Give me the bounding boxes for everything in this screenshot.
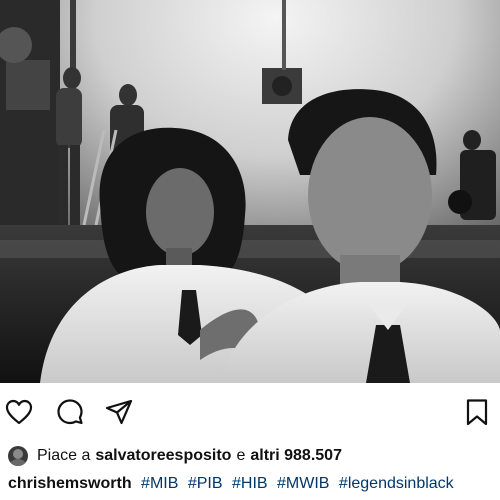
comment-icon[interactable] — [55, 397, 85, 427]
hashtag-link[interactable]: #PIB — [188, 475, 223, 492]
likes-summary: Piace a salvatoreesposito e altri 988.50… — [8, 445, 342, 467]
post-photo[interactable] — [0, 0, 500, 383]
likes-others-count[interactable]: altri 988.507 — [250, 447, 342, 465]
hashtag-link[interactable]: #HIB — [232, 475, 268, 492]
hashtag-link[interactable]: #MWIB — [277, 475, 329, 492]
post-action-bar — [0, 383, 500, 443]
post-caption: chrishemsworth #MIB #PIB #HIB #MWIB #leg… — [8, 475, 454, 493]
hashtag-link[interactable]: #MIB — [141, 475, 178, 492]
likes-prefix: Piace a — [37, 447, 91, 464]
hashtag-link[interactable]: #legendsinblack — [339, 475, 454, 492]
caption-author[interactable]: chrishemsworth — [8, 475, 132, 492]
heart-icon[interactable] — [4, 397, 34, 427]
likes-connector: e — [236, 447, 246, 464]
bookmark-icon[interactable] — [462, 397, 492, 427]
liker-avatar[interactable] — [8, 446, 28, 466]
paper-plane-icon[interactable] — [104, 397, 134, 427]
liker-username[interactable]: salvatoreesposito — [95, 447, 231, 465]
